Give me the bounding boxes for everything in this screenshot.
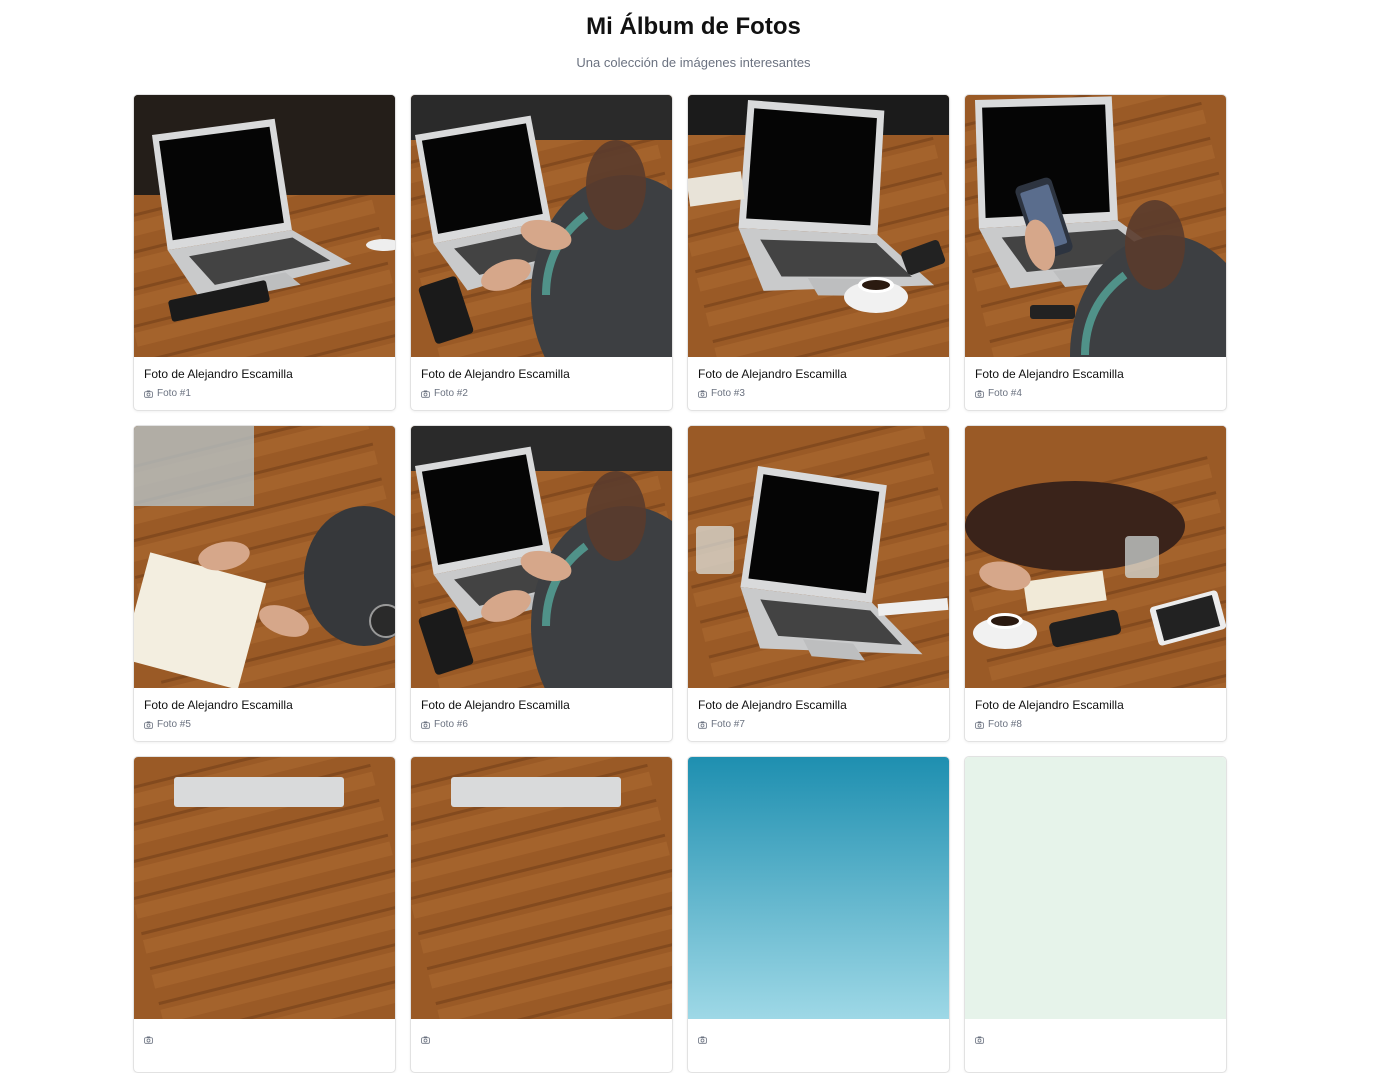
- photo-caption: Foto de Alejandro Escamilla Foto #2: [411, 357, 672, 400]
- page-header: Mi Álbum de Fotos Una colección de imáge…: [0, 0, 1387, 71]
- photo-image: [411, 95, 672, 357]
- page-title: Mi Álbum de Fotos: [586, 13, 801, 40]
- photo-image: [688, 426, 949, 688]
- photo-thumbnail[interactable]: [134, 426, 395, 688]
- photo-title: Foto de Alejandro Escamilla: [975, 367, 1124, 381]
- photo-caption: [965, 1019, 1226, 1044]
- photo-number: Foto #6: [434, 719, 468, 730]
- photo-meta: Foto #6: [421, 719, 662, 731]
- photo-meta: [975, 1036, 1216, 1044]
- camera-icon: [144, 390, 153, 398]
- camera-icon: [421, 721, 430, 729]
- photo-card[interactable]: [964, 756, 1227, 1073]
- photo-number: Foto #3: [711, 388, 745, 399]
- photo-meta: Foto #5: [144, 719, 385, 731]
- photo-thumbnail[interactable]: [134, 757, 395, 1019]
- camera-icon: [975, 721, 984, 729]
- photo-card[interactable]: Foto de Alejandro Escamilla Foto #1: [133, 94, 396, 411]
- photo-meta: Foto #8: [975, 719, 1216, 731]
- photo-thumbnail[interactable]: [965, 426, 1226, 688]
- photo-number: Foto #8: [988, 719, 1022, 730]
- photo-title: Foto de Alejandro Escamilla: [421, 367, 570, 381]
- photo-meta: [698, 1036, 939, 1044]
- photo-caption: Foto de Alejandro Escamilla Foto #4: [965, 357, 1226, 400]
- photo-caption: Foto de Alejandro Escamilla Foto #6: [411, 688, 672, 731]
- camera-icon: [698, 1036, 707, 1044]
- photo-image: [134, 95, 395, 357]
- photo-image: [411, 426, 672, 688]
- photo-meta: Foto #3: [698, 388, 939, 400]
- photo-meta: Foto #2: [421, 388, 662, 400]
- photo-card[interactable]: Foto de Alejandro Escamilla Foto #5: [133, 425, 396, 742]
- photo-image: [965, 95, 1226, 357]
- photo-card[interactable]: Foto de Alejandro Escamilla Foto #2: [410, 94, 673, 411]
- photo-caption: [688, 1019, 949, 1044]
- camera-icon: [975, 1036, 984, 1044]
- photo-thumbnail[interactable]: [965, 757, 1226, 1019]
- photo-thumbnail[interactable]: [965, 95, 1226, 357]
- photo-card[interactable]: Foto de Alejandro Escamilla Foto #7: [687, 425, 950, 742]
- photo-image: [965, 426, 1226, 688]
- photo-card[interactable]: Foto de Alejandro Escamilla Foto #8: [964, 425, 1227, 742]
- photo-meta: [421, 1036, 662, 1044]
- camera-icon: [975, 390, 984, 398]
- camera-icon: [698, 390, 707, 398]
- photo-title: Foto de Alejandro Escamilla: [421, 698, 570, 712]
- photo-image: [688, 757, 949, 1019]
- photo-image: [688, 95, 949, 357]
- photo-thumbnail[interactable]: [688, 95, 949, 357]
- photo-number: Foto #5: [157, 719, 191, 730]
- photo-meta: Foto #7: [698, 719, 939, 731]
- photo-caption: Foto de Alejandro Escamilla Foto #1: [134, 357, 395, 400]
- photo-number: Foto #4: [988, 388, 1022, 399]
- photo-caption: [411, 1019, 672, 1044]
- photo-meta: Foto #1: [144, 388, 385, 400]
- photo-thumbnail[interactable]: [688, 757, 949, 1019]
- photo-image: [134, 757, 395, 1019]
- photo-title: Foto de Alejandro Escamilla: [144, 698, 293, 712]
- photo-number: Foto #1: [157, 388, 191, 399]
- photo-grid: Foto de Alejandro Escamilla Foto #1 Foto…: [133, 94, 1228, 1073]
- photo-card[interactable]: [133, 756, 396, 1073]
- photo-meta: Foto #4: [975, 388, 1216, 400]
- photo-caption: [134, 1019, 395, 1044]
- photo-thumbnail[interactable]: [688, 426, 949, 688]
- photo-card[interactable]: Foto de Alejandro Escamilla Foto #6: [410, 425, 673, 742]
- photo-caption: Foto de Alejandro Escamilla Foto #7: [688, 688, 949, 731]
- photo-caption: Foto de Alejandro Escamilla Foto #3: [688, 357, 949, 400]
- page-subtitle: Una colección de imágenes interesantes: [576, 55, 811, 70]
- photo-card[interactable]: [410, 756, 673, 1073]
- photo-card[interactable]: [687, 756, 950, 1073]
- camera-icon: [698, 721, 707, 729]
- photo-thumbnail[interactable]: [411, 426, 672, 688]
- photo-thumbnail[interactable]: [411, 95, 672, 357]
- photo-thumbnail[interactable]: [134, 95, 395, 357]
- photo-image: [411, 757, 672, 1019]
- photo-meta: [144, 1036, 385, 1044]
- photo-title: Foto de Alejandro Escamilla: [144, 367, 293, 381]
- photo-title: Foto de Alejandro Escamilla: [698, 367, 847, 381]
- photo-image: [134, 426, 395, 688]
- camera-icon: [421, 1036, 430, 1044]
- camera-icon: [144, 1036, 153, 1044]
- photo-title: Foto de Alejandro Escamilla: [975, 698, 1124, 712]
- camera-icon: [144, 721, 153, 729]
- photo-thumbnail[interactable]: [411, 757, 672, 1019]
- photo-number: Foto #2: [434, 388, 468, 399]
- photo-number: Foto #7: [711, 719, 745, 730]
- photo-image: [965, 757, 1226, 1019]
- photo-card[interactable]: Foto de Alejandro Escamilla Foto #3: [687, 94, 950, 411]
- photo-caption: Foto de Alejandro Escamilla Foto #8: [965, 688, 1226, 731]
- photo-caption: Foto de Alejandro Escamilla Foto #5: [134, 688, 395, 731]
- photo-card[interactable]: Foto de Alejandro Escamilla Foto #4: [964, 94, 1227, 411]
- photo-title: Foto de Alejandro Escamilla: [698, 698, 847, 712]
- camera-icon: [421, 390, 430, 398]
